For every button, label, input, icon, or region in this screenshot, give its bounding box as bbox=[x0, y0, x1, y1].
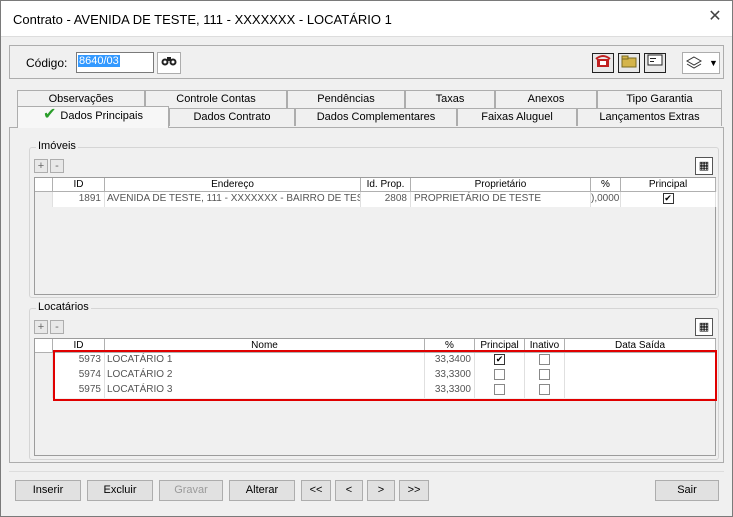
codigo-input[interactable]: 8640/03 bbox=[76, 52, 154, 73]
folder-icon[interactable] bbox=[618, 53, 640, 73]
next-record-button[interactable]: > bbox=[367, 480, 395, 501]
excluir-button[interactable]: Excluir bbox=[87, 480, 153, 501]
imoveis-col-principal[interactable]: Principal bbox=[621, 178, 716, 192]
add-locatario-button[interactable]: + bbox=[34, 320, 48, 334]
locatarios-title: Locatários bbox=[36, 301, 91, 313]
close-icon[interactable]: ✕ bbox=[702, 5, 728, 29]
sair-button[interactable]: Sair bbox=[655, 480, 719, 501]
last-record-button[interactable]: >> bbox=[399, 480, 429, 501]
cell-endereco: AVENIDA DE TESTE, 111 - XXXXXXX - BAIRRO… bbox=[105, 192, 361, 207]
locatarios-group: Locatários + - ▦ ID Nome % Principal Ina… bbox=[29, 301, 719, 460]
imoveis-col-id[interactable]: ID bbox=[53, 178, 105, 192]
layers-menu-button[interactable]: ▼ bbox=[682, 52, 720, 74]
imoveis-header-corner bbox=[35, 178, 53, 192]
imoveis-group: Imóveis + - ▦ ID Endereço Id. Prop. Prop… bbox=[29, 140, 719, 298]
bottom-bar: Inserir Excluir Gravar Alterar << < > >>… bbox=[9, 471, 724, 509]
row-indicator bbox=[35, 353, 53, 368]
imoveis-title: Imóveis bbox=[36, 140, 78, 152]
imoveis-col-pct[interactable]: % bbox=[591, 178, 621, 192]
imoveis-col-idprop[interactable]: Id. Prop. bbox=[361, 178, 411, 192]
codigo-value: 8640/03 bbox=[78, 55, 120, 67]
principal-checkbox[interactable]: ✔ bbox=[662, 192, 674, 204]
highlight-box bbox=[53, 350, 717, 401]
check-icon: ✔ bbox=[43, 106, 57, 123]
tab-taxas[interactable]: Taxas bbox=[405, 90, 495, 108]
first-record-button[interactable]: << bbox=[301, 480, 331, 501]
tab-lancamentos-extras[interactable]: Lançamentos Extras bbox=[577, 108, 722, 126]
locatarios-header-corner bbox=[35, 339, 53, 353]
tab-pendencias[interactable]: Pendências bbox=[287, 90, 405, 108]
alterar-button[interactable]: Alterar bbox=[229, 480, 295, 501]
cell-principal[interactable]: ✔ bbox=[621, 192, 716, 207]
imoveis-col-proprietario[interactable]: Proprietário bbox=[411, 178, 591, 192]
cell-id: 1891 bbox=[53, 192, 105, 207]
contract-window: Contrato - AVENIDA DE TESTE, 111 - XXXXX… bbox=[0, 0, 733, 517]
card-icon[interactable] bbox=[644, 53, 666, 73]
row-indicator bbox=[35, 383, 53, 398]
layers-icon bbox=[685, 55, 703, 78]
cell-proprietario: PROPRIETÁRIO DE TESTE bbox=[411, 192, 591, 207]
tab-faixas-aluguel[interactable]: Faixas Aluguel bbox=[457, 108, 577, 126]
remove-imovel-button[interactable]: - bbox=[50, 159, 64, 173]
tab-anexos[interactable]: Anexos bbox=[495, 90, 597, 108]
cell-pct: ),0000 bbox=[591, 192, 621, 207]
imoveis-col-endereco[interactable]: Endereço bbox=[105, 178, 361, 192]
dropdown-arrow-icon: ▼ bbox=[709, 58, 718, 68]
add-imovel-button[interactable]: + bbox=[34, 159, 48, 173]
row-indicator bbox=[35, 192, 53, 207]
tab-dados-complementares[interactable]: Dados Complementares bbox=[295, 108, 457, 126]
cell-idprop: 2808 bbox=[361, 192, 411, 207]
locatarios-grid: ID Nome % Principal Inativo Data Saída 5… bbox=[34, 338, 717, 456]
tab-tipo-garantia[interactable]: Tipo Garantia bbox=[597, 90, 722, 108]
imoveis-grid: ID Endereço Id. Prop. Proprietário % Pri… bbox=[34, 177, 717, 295]
tab-dados-contrato[interactable]: Dados Contrato bbox=[169, 108, 295, 126]
tab-dados-principais[interactable]: ✔ Dados Principais bbox=[17, 106, 169, 128]
inserir-button[interactable]: Inserir bbox=[15, 480, 81, 501]
grid-settings-icon[interactable]: ▦ bbox=[695, 318, 713, 336]
tab-content: Imóveis + - ▦ ID Endereço Id. Prop. Prop… bbox=[9, 127, 724, 463]
table-row[interactable]: 1891 AVENIDA DE TESTE, 111 - XXXXXXX - B… bbox=[35, 192, 717, 207]
title-bar: Contrato - AVENIDA DE TESTE, 111 - XXXXX… bbox=[1, 1, 732, 37]
row-indicator bbox=[35, 368, 53, 383]
codigo-label: Código: bbox=[26, 56, 68, 70]
codigo-panel: Código: 8640/03 ▼ bbox=[9, 45, 724, 79]
prev-record-button[interactable]: < bbox=[335, 480, 363, 501]
window-title: Contrato - AVENIDA DE TESTE, 111 - XXXXX… bbox=[13, 12, 392, 27]
binoculars-icon[interactable] bbox=[157, 52, 181, 74]
gravar-button[interactable]: Gravar bbox=[159, 480, 223, 501]
grid-settings-icon[interactable]: ▦ bbox=[695, 157, 713, 175]
remove-locatario-button[interactable]: - bbox=[50, 320, 64, 334]
phone-icon[interactable] bbox=[592, 53, 614, 73]
